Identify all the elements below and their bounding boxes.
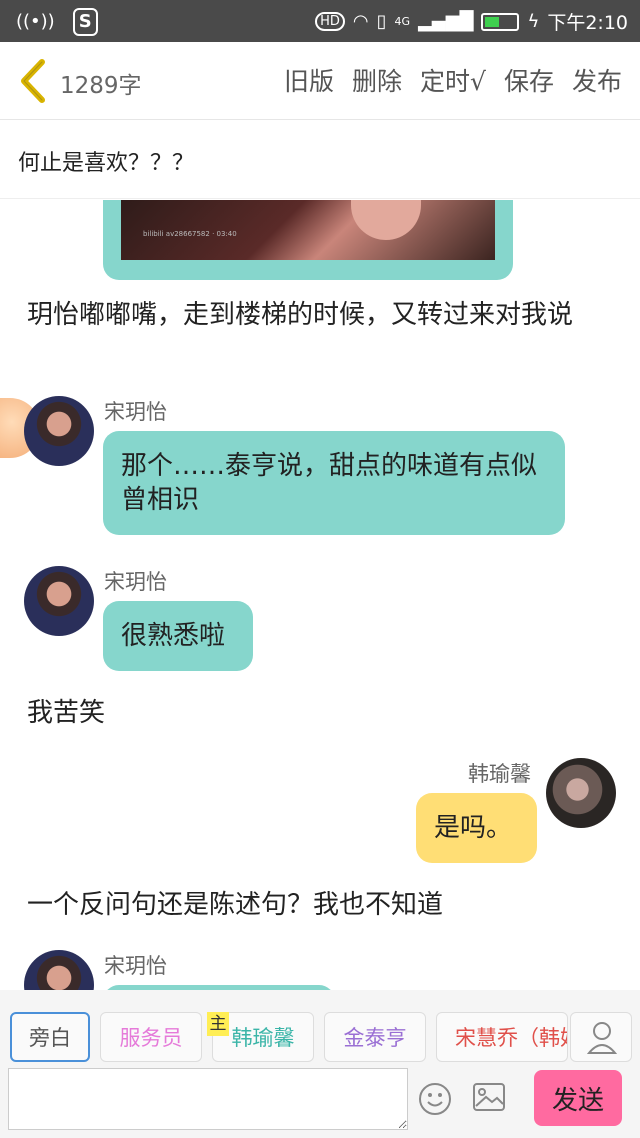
role-chip-kim-taehyung[interactable]: 金泰亨: [324, 1012, 426, 1062]
speaker-name: 韩瑜馨: [468, 762, 531, 786]
role-chip-label: 金泰亨: [343, 1026, 407, 1050]
story-title-field[interactable]: 何止是喜欢？？？: [0, 121, 640, 199]
chat-bubble[interactable]: 是吗。: [416, 793, 537, 863]
editor-header: 1289字 旧版 删除 定时√ 保存 发布: [0, 42, 640, 120]
delete-button[interactable]: 删除: [352, 62, 402, 98]
user-icon: [586, 1022, 618, 1054]
status-bar: ((•)) S HD ◠ ▯ 4G ▂▄▆█ ϟ 下午2:10: [0, 0, 640, 42]
sim-icon: ▯: [376, 10, 387, 32]
avatar[interactable]: [546, 758, 616, 828]
signal-icon: ▂▄▆█: [418, 10, 474, 32]
network-type-label: 4G: [394, 15, 411, 28]
chat-bubble[interactable]: 很熟悉啦: [103, 601, 253, 671]
story-title: 何止是喜欢？？？: [18, 151, 195, 176]
schedule-button[interactable]: 定时√: [420, 62, 486, 98]
speaker-name: 宋玥怡: [104, 570, 167, 594]
save-button[interactable]: 保存: [504, 62, 554, 98]
narration-text[interactable]: 玥怡嘟嘟嘴，走到楼梯的时候，又转过来对我说: [27, 298, 617, 332]
avatar[interactable]: [24, 396, 94, 466]
old-version-button[interactable]: 旧版: [284, 62, 334, 98]
header-actions: 旧版 删除 定时√ 保存 发布: [284, 62, 622, 98]
role-chip-label: 韩瑜馨: [231, 1026, 295, 1050]
emoji-icon[interactable]: [418, 1082, 452, 1116]
narration-text[interactable]: 我苦笑: [27, 696, 617, 730]
message-input[interactable]: [8, 1068, 408, 1130]
role-chip-label: 旁白: [29, 1026, 71, 1050]
chat-bubble[interactable]: 那个……泰亨说，甜点的味道有点似曾相识: [103, 431, 565, 535]
role-chip-narrator[interactable]: 旁白: [10, 1012, 90, 1062]
back-icon[interactable]: [16, 58, 48, 104]
role-chip-label: 服务员: [119, 1026, 183, 1050]
clock: 下午2:10: [547, 12, 628, 34]
wifi-icon: ◠: [352, 10, 369, 32]
narration-text[interactable]: 一个反问句还是陈述句？我也不知道: [27, 888, 617, 922]
add-role-button[interactable]: [570, 1012, 632, 1062]
avatar[interactable]: [24, 566, 94, 636]
s-app-icon: S: [72, 8, 98, 36]
charging-icon: ϟ: [527, 10, 540, 32]
role-selector-bar: 旁白 服务员 韩瑜馨 主 金泰亨 宋慧乔（韩妃: [0, 990, 640, 1062]
embedded-image-card[interactable]: bilibili av28667582 · 03:40: [103, 200, 513, 280]
role-chip-label: 宋慧乔（韩妃: [455, 1026, 567, 1050]
input-bar: 发送: [0, 1062, 640, 1138]
battery-icon: [481, 12, 520, 31]
hotspot-icon: ((•)): [16, 11, 55, 32]
main-character-badge: 主: [207, 1012, 229, 1036]
hd-label: HD: [315, 12, 345, 31]
role-chip-song-huiqiao[interactable]: 宋慧乔（韩妃: [436, 1012, 568, 1062]
send-button[interactable]: 发送: [534, 1070, 622, 1126]
speaker-name: 宋玥怡: [104, 954, 167, 978]
story-content[interactable]: bilibili av28667582 · 03:40 玥怡嘟嘟嘴，走到楼梯的时…: [0, 200, 640, 990]
speaker-name: 宋玥怡: [104, 400, 167, 424]
word-count: 1289字: [60, 73, 142, 99]
image-caption: bilibili av28667582 · 03:40: [143, 230, 237, 238]
embedded-image: bilibili av28667582 · 03:40: [121, 200, 495, 260]
avatar[interactable]: [24, 950, 94, 990]
publish-button[interactable]: 发布: [572, 62, 622, 98]
image-icon[interactable]: [472, 1082, 506, 1112]
role-chip-waiter[interactable]: 服务员: [100, 1012, 202, 1062]
